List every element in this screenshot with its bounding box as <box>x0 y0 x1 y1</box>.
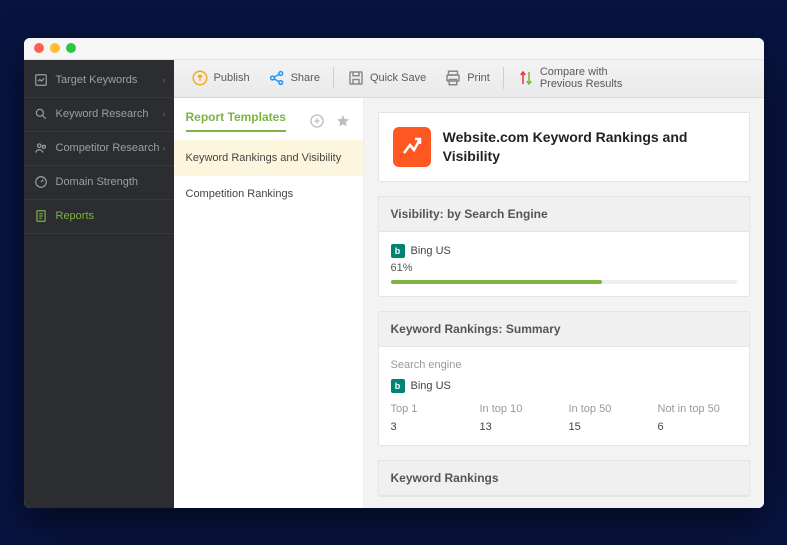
templates-title: Report Templates <box>186 110 286 132</box>
quick-save-button[interactable]: Quick Save <box>340 66 433 90</box>
publish-label: Publish <box>214 72 250 84</box>
sidebar-item-label: Reports <box>56 210 95 222</box>
summary-engine-label: Bing US <box>411 380 451 392</box>
summary-table: Top 1 In top 10 In top 50 Not in top 50 … <box>391 403 737 433</box>
toolbar-separator <box>503 67 504 89</box>
share-icon <box>268 69 286 87</box>
sidebar-item-domain-strength[interactable]: Domain Strength <box>24 166 174 200</box>
summary-val-top1: 3 <box>391 421 470 433</box>
sidebar-item-label: Keyword Research <box>56 108 149 120</box>
sidebar-item-target-keywords[interactable]: Target Keywords › <box>24 64 174 98</box>
share-button[interactable]: Share <box>261 66 327 90</box>
summary-col-not50: Not in top 50 <box>658 403 737 415</box>
visibility-percent: 61% <box>391 262 737 274</box>
template-item-label: Competition Rankings <box>186 188 294 200</box>
visibility-engine-label: Bing US <box>411 245 451 257</box>
publish-button[interactable]: Publish <box>184 66 257 90</box>
compare-label-wrapper: Compare with Previous Results <box>540 66 623 90</box>
add-icon[interactable] <box>309 113 325 129</box>
report-title-card: Website.com Keyword Rankings and Visibil… <box>378 112 750 182</box>
sidebar-item-competitor-research[interactable]: Competitor Research › <box>24 132 174 166</box>
chevron-right-icon: › <box>163 143 166 153</box>
print-button[interactable]: Print <box>437 66 497 90</box>
summary-engine-row: b Bing US <box>391 379 737 393</box>
users-icon <box>34 141 48 155</box>
visibility-engine-row: b Bing US <box>391 244 737 258</box>
templates-header: Report Templates <box>174 98 363 140</box>
visibility-body: b Bing US 61% <box>379 232 749 296</box>
toolbar: Publish Share Quick Save Print <box>174 60 764 98</box>
content-row: Report Templates Keyword Rankings and Vi… <box>174 98 764 508</box>
bing-icon: b <box>391 244 405 258</box>
summary-card: Keyword Rankings: Summary Search engine … <box>378 311 750 446</box>
trend-icon <box>400 135 424 159</box>
save-icon <box>347 69 365 87</box>
sidebar-item-label: Target Keywords <box>56 74 138 86</box>
sidebar-item-label: Domain Strength <box>56 176 139 188</box>
reports-icon <box>34 209 48 223</box>
print-icon <box>444 69 462 87</box>
rankings-card: Keyword Rankings <box>378 460 750 497</box>
bing-icon: b <box>391 379 405 393</box>
compare-label-line1: Compare with <box>540 66 623 78</box>
close-icon[interactable] <box>34 43 44 53</box>
print-label: Print <box>467 72 490 84</box>
chart-icon <box>34 73 48 87</box>
summary-body: Search engine b Bing US Top 1 In top 10 … <box>379 347 749 445</box>
summary-col-top10: In top 10 <box>480 403 559 415</box>
compare-button[interactable]: Compare with Previous Results <box>510 63 630 93</box>
toolbar-separator <box>333 67 334 89</box>
gauge-icon <box>34 175 48 189</box>
report-hero: Website.com Keyword Rankings and Visibil… <box>379 113 749 181</box>
templates-actions <box>309 113 351 129</box>
minimize-icon[interactable] <box>50 43 60 53</box>
summary-val-top50: 15 <box>569 421 648 433</box>
app-body: Target Keywords › Keyword Research › Com… <box>24 60 764 508</box>
visibility-heading: Visibility: by Search Engine <box>379 197 749 232</box>
sidebar-item-keyword-research[interactable]: Keyword Research › <box>24 98 174 132</box>
compare-icon <box>517 69 535 87</box>
summary-val-not50: 6 <box>658 421 737 433</box>
search-engine-label: Search engine <box>391 359 737 371</box>
main-panel: Publish Share Quick Save Print <box>174 60 764 508</box>
chevron-right-icon: › <box>163 109 166 119</box>
quick-save-label: Quick Save <box>370 72 426 84</box>
chevron-right-icon: › <box>163 75 166 85</box>
summary-heading: Keyword Rankings: Summary <box>379 312 749 347</box>
sidebar: Target Keywords › Keyword Research › Com… <box>24 60 174 508</box>
visibility-card: Visibility: by Search Engine b Bing US 6… <box>378 196 750 297</box>
template-item-keyword-rankings[interactable]: Keyword Rankings and Visibility <box>174 140 363 176</box>
zoom-icon[interactable] <box>66 43 76 53</box>
sidebar-item-label: Competitor Research <box>56 142 160 154</box>
report-hero-icon <box>393 127 431 167</box>
window-titlebar <box>24 38 764 60</box>
sidebar-item-reports[interactable]: Reports <box>24 200 174 234</box>
compare-label-line2: Previous Results <box>540 78 623 90</box>
summary-col-top50: In top 50 <box>569 403 648 415</box>
app-window: Target Keywords › Keyword Research › Com… <box>24 38 764 508</box>
visibility-bar-fill <box>391 280 602 284</box>
template-item-competition-rankings[interactable]: Competition Rankings <box>174 176 363 212</box>
share-label: Share <box>291 72 320 84</box>
publish-icon <box>191 69 209 87</box>
templates-panel: Report Templates Keyword Rankings and Vi… <box>174 98 364 508</box>
summary-col-top1: Top 1 <box>391 403 470 415</box>
visibility-bar <box>391 280 737 284</box>
rankings-heading: Keyword Rankings <box>379 461 749 496</box>
star-icon[interactable] <box>335 113 351 129</box>
report-title: Website.com Keyword Rankings and Visibil… <box>443 128 735 164</box>
report-area: Website.com Keyword Rankings and Visibil… <box>364 98 764 508</box>
template-item-label: Keyword Rankings and Visibility <box>186 152 342 164</box>
summary-val-top10: 13 <box>480 421 559 433</box>
search-icon <box>34 107 48 121</box>
